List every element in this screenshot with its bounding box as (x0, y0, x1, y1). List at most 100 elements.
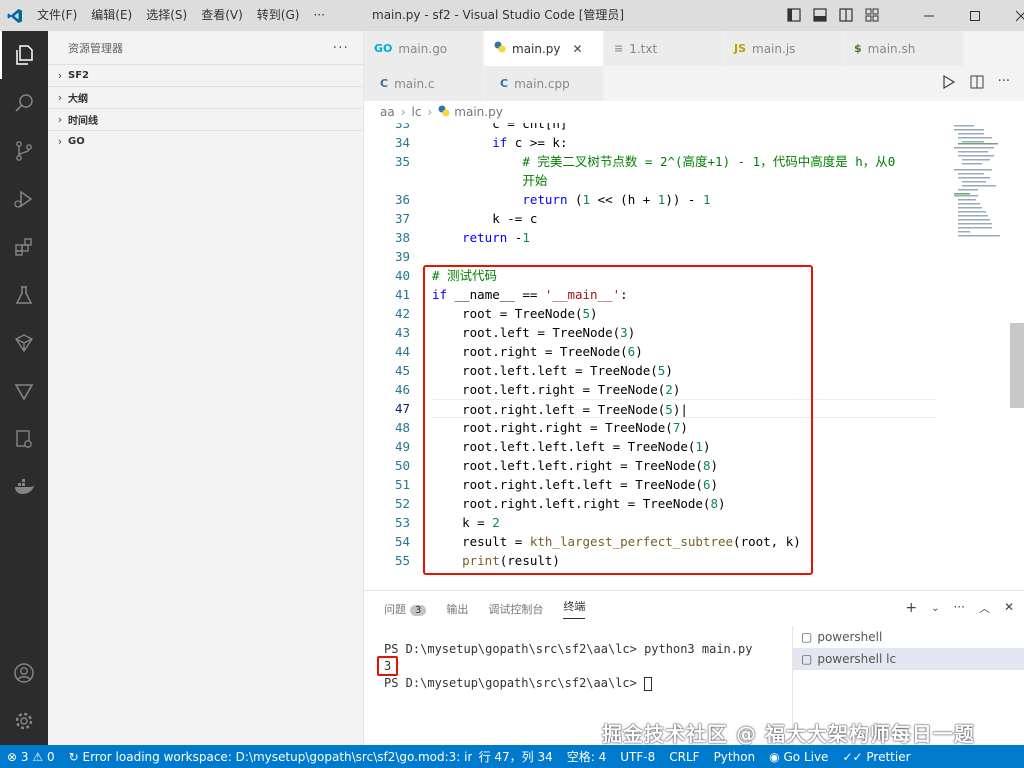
prettier-label: Prettier (866, 749, 911, 764)
warning-icon: ⚠ (32, 749, 44, 764)
tab-main-js[interactable]: JS main.js (724, 31, 844, 66)
chevron-right-icon: › (57, 91, 63, 104)
terminal-output[interactable]: PS D:\mysetup\gopath\src\sf2\aa\lc> pyth… (384, 641, 752, 692)
tab-debug-console[interactable]: 调试控制台 (488, 601, 543, 617)
minimap[interactable] (950, 123, 1010, 253)
terminal-name: powershell (817, 630, 883, 644)
extensions-icon[interactable] (0, 223, 48, 271)
toggle-sidebar-icon[interactable] (786, 7, 802, 26)
account-icon[interactable] (0, 649, 48, 697)
maximize-icon[interactable] (952, 0, 998, 31)
cpp-file-icon: C (500, 77, 509, 90)
chevron-right-icon: › (57, 135, 63, 148)
section-timeline[interactable]: › 时间线 (48, 108, 363, 130)
prettier-status[interactable]: ✓✓ Prettier (835, 750, 917, 764)
menu-edit[interactable]: 编辑(E) (84, 0, 139, 31)
line-number: 53 (394, 515, 410, 530)
language-mode[interactable]: Python (707, 750, 763, 764)
tab-output[interactable]: 输出 (446, 601, 468, 617)
terminal-list-item[interactable]: ▢ powershell (793, 626, 1024, 648)
minimize-icon[interactable] (906, 0, 952, 31)
settings-gear-icon[interactable] (0, 697, 48, 745)
line-number: 52 (394, 496, 410, 511)
tab-label: main.c (394, 76, 435, 91)
terminal-name: powershell lc (817, 652, 897, 666)
new-terminal-icon[interactable]: + (905, 600, 917, 618)
problems-status[interactable]: ⊗ 3 ⚠ 0 (0, 750, 62, 764)
customize-layout-icon[interactable] (864, 7, 880, 26)
cursor-position[interactable]: 行 47，列 34 (472, 748, 560, 765)
breadcrumb-item[interactable]: lc (412, 105, 422, 119)
breadcrumb-item[interactable]: main.py (454, 105, 503, 119)
chevron-down-icon[interactable]: ⌄ (931, 600, 939, 618)
broadcast-icon: ◉ (769, 749, 780, 764)
tab-main-go[interactable]: GO main.go (364, 31, 484, 66)
testing-flask-icon[interactable] (0, 271, 48, 319)
indentation[interactable]: 空格: 4 (560, 748, 614, 765)
go-live-button[interactable]: ◉ Go Live (762, 750, 835, 764)
activity-bar (0, 31, 48, 745)
remote-explorer-icon[interactable] (0, 319, 48, 367)
code-line[interactable] (432, 247, 936, 266)
terminal-prompt-text: PS D:\mysetup\gopath\src\sf2\aa\lc> (384, 676, 645, 690)
line-number: 45 (394, 363, 410, 378)
editor-scrollbar[interactable] (1010, 323, 1024, 408)
split-editor-icon[interactable] (970, 75, 984, 92)
close-panel-icon[interactable]: ✕ (1004, 600, 1014, 618)
terminal-icon: ▢ (801, 630, 813, 644)
menu-file[interactable]: 文件(F) (30, 0, 84, 31)
remote-gear-icon[interactable] (0, 415, 48, 463)
code-line[interactable]: k -= c (432, 209, 936, 228)
menu-view[interactable]: 查看(V) (194, 0, 250, 31)
highlight-test-code-box (423, 265, 813, 575)
js-file-icon: JS (734, 42, 747, 55)
close-tab-icon[interactable]: ✕ (573, 42, 583, 56)
breadcrumb-item[interactable]: aa (380, 105, 395, 119)
menu-go[interactable]: 转到(G) (250, 0, 307, 31)
more-editor-actions-icon[interactable]: ··· (998, 75, 1010, 92)
explorer-icon[interactable] (0, 31, 48, 79)
terminal-prompt[interactable]: PS D:\mysetup\gopath\src\sf2\aa\lc> (384, 675, 752, 692)
line-number: 41 (394, 287, 410, 302)
section-sf2[interactable]: › SF2 (48, 64, 363, 86)
encoding[interactable]: UTF-8 (613, 750, 662, 764)
menu-more[interactable]: ··· (306, 0, 331, 31)
close-window-icon[interactable] (998, 0, 1024, 31)
section-outline[interactable]: › 大纲 (48, 86, 363, 108)
line-ending[interactable]: CRLF (662, 750, 706, 764)
code-line[interactable]: 开始 (432, 171, 936, 190)
source-control-icon[interactable] (0, 127, 48, 175)
more-panel-actions-icon[interactable]: ··· (953, 600, 964, 618)
menu-selection[interactable]: 选择(S) (139, 0, 194, 31)
run-debug-icon[interactable] (0, 175, 48, 223)
docker-icon[interactable] (0, 463, 48, 511)
tab-problems[interactable]: 问题 3 (384, 601, 427, 617)
tab-main-cpp[interactable]: Cmain.cpp (484, 66, 604, 101)
code-line[interactable]: if c >= k: (432, 133, 936, 152)
tab-main-c[interactable]: Cmain.c (364, 66, 484, 101)
toggle-secondary-sidebar-icon[interactable] (838, 7, 854, 26)
toggle-panel-icon[interactable] (812, 7, 828, 26)
more-actions-icon[interactable]: ··· (333, 40, 349, 56)
section-label: GO (68, 136, 85, 147)
code-line[interactable]: return (1 << (h + 1)) - 1 (432, 190, 936, 209)
tab-main-py[interactable]: main.py ✕ (484, 31, 604, 66)
code-line[interactable]: c = cnt[h] (432, 123, 936, 133)
tab-terminal[interactable]: 终端 (563, 598, 586, 619)
code-line[interactable]: # 完美二叉树节点数 = 2^(高度+1) - 1，代码中高度是 h，从0 (432, 152, 936, 171)
gitlens-triangle-icon[interactable] (0, 367, 48, 415)
section-go[interactable]: › GO (48, 130, 363, 152)
maximize-panel-icon[interactable]: ︿ (979, 600, 990, 618)
search-icon[interactable] (0, 79, 48, 127)
window-title: main.py - sf2 - Visual Studio Code [管理员] (372, 8, 625, 22)
tab-main-sh[interactable]: $ main.sh (844, 31, 964, 66)
run-python-file-icon[interactable] (942, 74, 956, 92)
terminal-list-item-selected[interactable]: ▢ powershell lc (793, 648, 1024, 670)
editor-tabs-row-2: Cmain.c Cmain.cpp ··· (364, 66, 1024, 101)
tab-1-txt[interactable]: ≡ 1.txt (604, 31, 724, 66)
python-file-icon (438, 105, 450, 120)
panel-actions: + ⌄ ··· ︿ ✕ (905, 600, 1014, 618)
sync-icon: ↻ (68, 749, 79, 764)
workspace-error-status[interactable]: ↻ Error loading workspace: D:\mysetup\go… (62, 750, 472, 764)
code-line[interactable]: return -1 (432, 228, 936, 247)
